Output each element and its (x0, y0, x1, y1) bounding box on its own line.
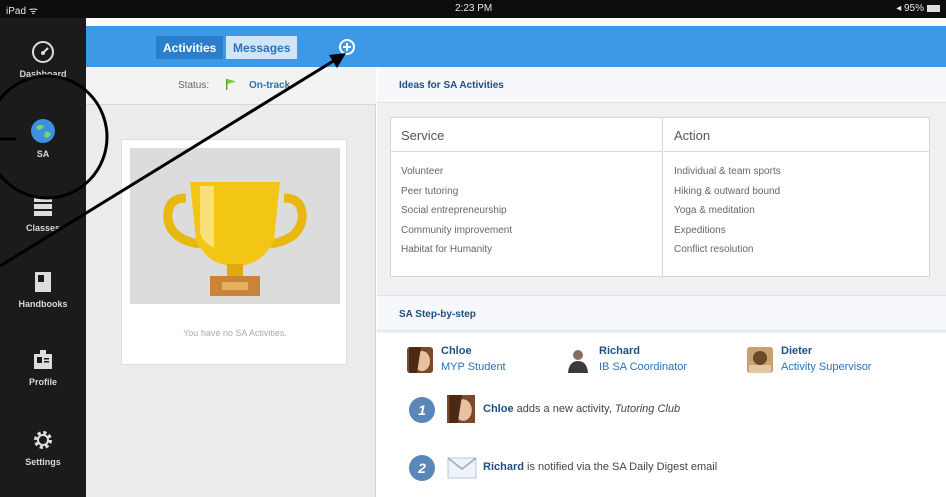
annotation-overlay (0, 53, 346, 268)
app-screen: iPad ᯤ 2:23 PM ◂ 95% Dashboard SA Classe… (0, 0, 946, 497)
